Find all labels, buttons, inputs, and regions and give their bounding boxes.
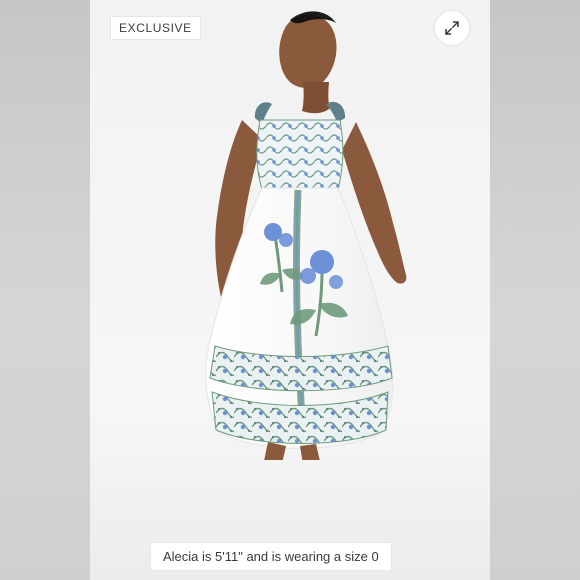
- dress-bodice: [256, 119, 344, 191]
- exclusive-badge: EXCLUSIVE: [110, 16, 201, 40]
- head: [279, 14, 337, 88]
- expand-arrows-icon: [445, 21, 459, 35]
- model-size-caption-text: Alecia is 5'11" and is wearing a size 0: [163, 549, 379, 564]
- product-image: EXCLUSIVE: [90, 0, 490, 580]
- expand-image-button[interactable]: [434, 10, 470, 46]
- left-background-panel: [0, 0, 90, 580]
- right-background-panel: [490, 0, 580, 580]
- neck: [302, 82, 330, 114]
- exclusive-badge-label: EXCLUSIVE: [119, 21, 192, 35]
- model-size-caption: Alecia is 5'11" and is wearing a size 0: [150, 542, 392, 571]
